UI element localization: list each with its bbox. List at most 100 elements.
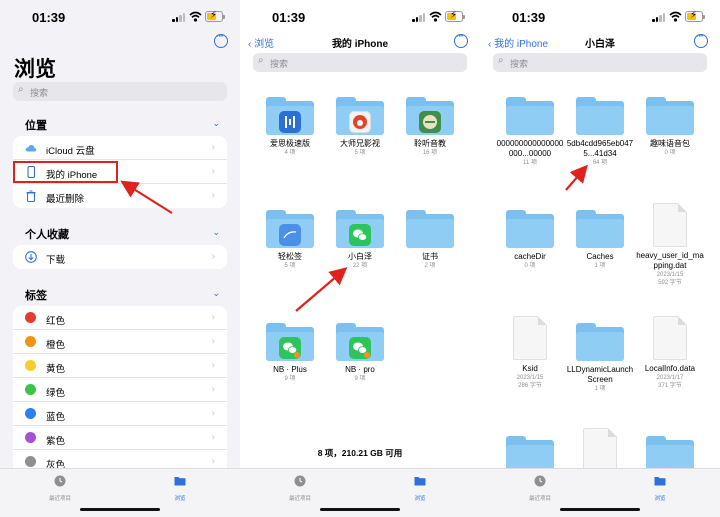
folder-icon bbox=[506, 97, 554, 135]
search-field[interactable]: ⌕ 搜索 bbox=[13, 82, 227, 101]
file-item[interactable]: LocalInfo.data 2023/1/17 371 字节 bbox=[635, 316, 705, 390]
chevron-down-icon[interactable]: ⌄ bbox=[212, 288, 220, 299]
folder-item[interactable]: 趣味语音包 0 项 bbox=[635, 97, 705, 157]
folder-icon bbox=[506, 210, 554, 248]
location-label: 最近删除 bbox=[46, 194, 85, 205]
item-name: 轻松签 bbox=[278, 252, 302, 261]
more-options-button[interactable] bbox=[694, 31, 708, 48]
folder-item[interactable]: Caches 1 项 bbox=[565, 210, 635, 270]
qingsongqian-app-icon bbox=[279, 224, 301, 246]
folder-item-xiaobaize[interactable]: 小白泽 22 项 bbox=[325, 210, 395, 270]
location-icloud-drive[interactable]: iCloud 云盘 › bbox=[13, 136, 227, 160]
item-count: 11 项 bbox=[523, 160, 537, 166]
location-label: iCloud 云盘 bbox=[46, 146, 95, 157]
purple-tag-dot-icon bbox=[25, 432, 36, 443]
tag-red[interactable]: 红色 › bbox=[13, 306, 227, 330]
tab-browse[interactable]: 浏览 bbox=[390, 474, 450, 502]
tab-browse[interactable]: 浏览 bbox=[630, 474, 690, 502]
folder-item[interactable]: NB · pro 9 项 bbox=[325, 323, 395, 383]
item-name: heavy_user_id_mapping.dat bbox=[636, 251, 704, 270]
more-options-button[interactable] bbox=[214, 31, 228, 48]
folder-icon bbox=[406, 210, 454, 248]
item-count: 64 项 bbox=[592, 160, 608, 166]
chevron-right-icon: › bbox=[211, 456, 215, 467]
chevron-right-icon: › bbox=[211, 142, 215, 153]
chevron-down-icon[interactable]: ⌄ bbox=[212, 118, 220, 129]
aisi-app-icon bbox=[279, 111, 301, 133]
file-item[interactable]: Ksid 2023/1/15 286 字节 bbox=[495, 316, 565, 390]
more-options-button[interactable] bbox=[454, 31, 468, 48]
folder-icon bbox=[174, 477, 186, 486]
file-item[interactable]: heavy_user_id_mapping.dat 2023/1/15 592 … bbox=[635, 203, 705, 287]
tab-recents[interactable]: 最近项目 bbox=[270, 474, 330, 502]
tab-browse[interactable]: 浏览 bbox=[150, 474, 210, 502]
tags-list: 红色 › 橙色 › 黄色 › 绿色 › 蓝色 › 紫色 › 灰色 › bbox=[13, 306, 227, 474]
favorite-downloads[interactable]: 下载 › bbox=[13, 245, 227, 269]
tag-yellow[interactable]: 黄色 › bbox=[13, 354, 227, 378]
home-indicator bbox=[80, 508, 160, 511]
file-item[interactable] bbox=[565, 428, 635, 472]
battery-icon: ⚡ bbox=[445, 10, 465, 22]
item-date: 2023/1/17 bbox=[656, 375, 684, 381]
xiaobaize-panel: 01:39 ⚡ ‹ 我的 iPhone 小白泽 ⌕ 搜索 00000000000… bbox=[480, 0, 720, 517]
location-recently-deleted[interactable]: 最近删除 › bbox=[13, 184, 227, 208]
search-field[interactable]: ⌕ 搜索 bbox=[493, 53, 707, 72]
item-name: LocalInfo.data bbox=[644, 364, 696, 373]
section-favorites-header[interactable]: 个人收藏 bbox=[25, 226, 69, 242]
section-locations-header[interactable]: 位置 bbox=[25, 117, 47, 133]
item-name: 5db4cdd965eb0475...41d34 bbox=[566, 139, 634, 158]
folder-icon bbox=[576, 323, 624, 361]
navigation-bar: ‹ 我的 iPhone 小白泽 bbox=[480, 30, 720, 52]
chevron-down-icon[interactable]: ⌄ bbox=[212, 227, 220, 238]
search-field[interactable]: ⌕ 搜索 bbox=[253, 53, 467, 72]
folder-item[interactable]: NB · Plus 9 项 bbox=[255, 323, 325, 383]
status-bar: 01:39 ⚡ bbox=[240, 8, 480, 26]
search-placeholder: 搜索 bbox=[510, 59, 529, 69]
status-time: 01:39 bbox=[272, 10, 306, 25]
tag-green[interactable]: 绿色 › bbox=[13, 378, 227, 402]
folder-item[interactable]: 大师兄影视 5 项 bbox=[325, 97, 395, 157]
folder-item[interactable]: cacheDir 0 项 bbox=[495, 210, 565, 270]
folder-item[interactable]: 证书 2 项 bbox=[395, 210, 465, 270]
tag-purple[interactable]: 紫色 › bbox=[13, 426, 227, 450]
tag-label: 绿色 bbox=[46, 388, 66, 399]
chevron-right-icon: › bbox=[211, 312, 215, 323]
folder-item[interactable]: 000000000000000000...00000 11 项 bbox=[495, 97, 565, 167]
item-name: NB · Plus bbox=[273, 365, 307, 374]
folder-item[interactable]: LLDynamicLaunchScreen 1 项 bbox=[565, 323, 635, 393]
section-tags-header[interactable]: 标签 bbox=[25, 287, 47, 303]
battery-icon: ⚡ bbox=[685, 10, 705, 22]
chevron-right-icon: › bbox=[211, 251, 215, 262]
my-iphone-panel: 01:39 ⚡ ‹ 浏览 我的 iPhone ⌕ 搜索 爱思极速版 4 项 大师… bbox=[240, 0, 480, 517]
folder-item-target[interactable]: 5db4cdd965eb0475...41d34 64 项 bbox=[565, 97, 635, 167]
wifi-icon bbox=[429, 11, 442, 22]
tab-recents[interactable]: 最近项目 bbox=[30, 474, 90, 502]
chevron-right-icon: › bbox=[211, 360, 215, 371]
search-placeholder: 搜索 bbox=[270, 59, 289, 69]
item-count: 16 项 bbox=[422, 150, 438, 156]
cloud-icon bbox=[25, 144, 37, 152]
tab-recents[interactable]: 最近项目 bbox=[510, 474, 570, 502]
folder-item[interactable]: 爱思极速版 4 项 bbox=[255, 97, 325, 157]
tag-orange[interactable]: 橙色 › bbox=[13, 330, 227, 354]
item-name: Ksid bbox=[522, 364, 538, 373]
tag-label: 紫色 bbox=[46, 436, 66, 447]
folder-icon bbox=[336, 97, 384, 135]
folder-item[interactable]: 聆听音教 16 项 bbox=[395, 97, 465, 157]
folder-icon bbox=[576, 97, 624, 135]
wechat-icon bbox=[349, 337, 371, 359]
folder-icon bbox=[266, 210, 314, 248]
search-icon: ⌕ bbox=[498, 55, 504, 66]
item-count: 22 项 bbox=[352, 263, 368, 269]
signal-icon bbox=[412, 13, 426, 22]
folder-item[interactable]: 轻松签 5 项 bbox=[255, 210, 325, 270]
home-indicator bbox=[560, 508, 640, 511]
item-count: 1 项 bbox=[594, 263, 606, 269]
orange-tag-dot-icon bbox=[25, 336, 36, 347]
status-bar: 01:39 ⚡ bbox=[480, 8, 720, 26]
item-size: 371 字节 bbox=[658, 383, 682, 389]
tag-blue[interactable]: 蓝色 › bbox=[13, 402, 227, 426]
chevron-right-icon: › bbox=[211, 384, 215, 395]
nav-title: 小白泽 bbox=[585, 39, 615, 50]
tag-label: 蓝色 bbox=[46, 412, 66, 423]
